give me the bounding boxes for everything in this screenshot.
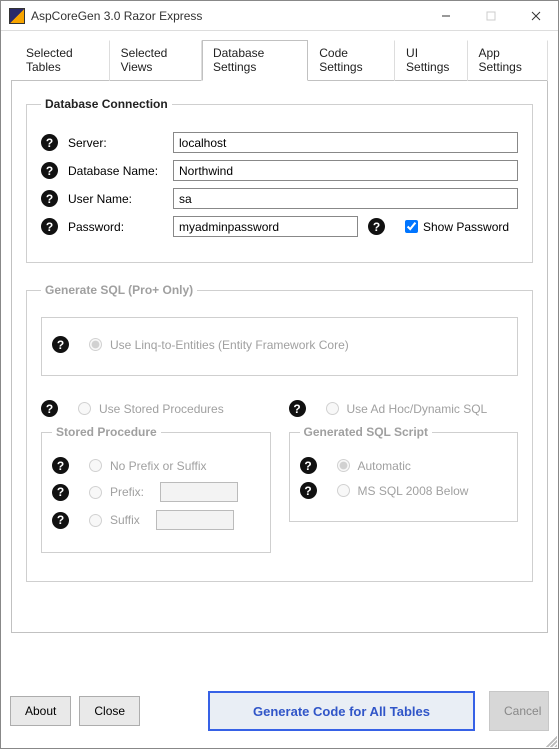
maximize-button: [468, 1, 513, 31]
server-label: Server:: [68, 136, 173, 150]
app-icon: [9, 8, 25, 24]
password-label: Password:: [68, 220, 173, 234]
help-icon[interactable]: ?: [41, 218, 58, 235]
generated-script-group: Generated SQL Script ? Automatic ?: [289, 425, 519, 522]
help-icon[interactable]: ?: [41, 190, 58, 207]
sp-suffix-text: [156, 510, 234, 530]
sp-legend: Stored Procedure: [52, 425, 161, 439]
server-input[interactable]: [173, 132, 518, 153]
cancel-button: Cancel: [489, 691, 549, 731]
sp-prefix-text: [160, 482, 238, 502]
close-button[interactable]: Close: [79, 696, 140, 726]
tab-panel: Database Connection ? Server: ? Database…: [11, 81, 548, 633]
gen-sql-legend: Generate SQL (Pro+ Only): [41, 283, 197, 297]
help-icon[interactable]: ?: [52, 512, 69, 529]
sp-noprefix-input: [89, 459, 102, 472]
linq-radio-input: [89, 338, 102, 351]
stored-proc-radio: Use Stored Procedures: [78, 402, 224, 416]
db-conn-legend: Database Connection: [41, 97, 172, 111]
help-icon[interactable]: ?: [368, 218, 385, 235]
automatic-radio: Automatic: [337, 459, 411, 473]
tab-ui-settings[interactable]: UI Settings: [395, 40, 467, 81]
close-window-button[interactable]: [513, 1, 558, 31]
show-password-checkbox[interactable]: Show Password: [405, 220, 509, 234]
sp-noprefix-radio: No Prefix or Suffix: [89, 459, 206, 473]
help-icon[interactable]: ?: [300, 482, 317, 499]
mssql2008-radio-input: [337, 484, 350, 497]
help-icon[interactable]: ?: [41, 400, 58, 417]
automatic-radio-input: [337, 459, 350, 472]
help-icon[interactable]: ?: [300, 457, 317, 474]
adhoc-radio-input: [326, 402, 339, 415]
dbname-input[interactable]: [173, 160, 518, 181]
dbname-label: Database Name:: [68, 164, 173, 178]
username-input[interactable]: [173, 188, 518, 209]
resize-grip-icon[interactable]: [543, 733, 557, 747]
tab-bar: Selected Tables Selected Views Database …: [11, 39, 548, 81]
help-icon[interactable]: ?: [52, 484, 69, 501]
help-icon[interactable]: ?: [52, 457, 69, 474]
adhoc-radio: Use Ad Hoc/Dynamic SQL: [326, 402, 488, 416]
script-legend: Generated SQL Script: [300, 425, 432, 439]
username-label: User Name:: [68, 192, 173, 206]
help-icon[interactable]: ?: [289, 400, 306, 417]
titlebar: AspCoreGen 3.0 Razor Express: [1, 1, 558, 31]
sp-prefix-radio: Prefix:: [89, 485, 144, 499]
tab-database-settings[interactable]: Database Settings: [202, 40, 308, 81]
help-icon[interactable]: ?: [41, 162, 58, 179]
help-icon[interactable]: ?: [52, 336, 69, 353]
tab-app-settings[interactable]: App Settings: [468, 40, 548, 81]
sp-suffix-input: [89, 514, 102, 527]
tab-code-settings[interactable]: Code Settings: [308, 40, 395, 81]
tab-selected-views[interactable]: Selected Views: [110, 40, 202, 81]
window-title: AspCoreGen 3.0 Razor Express: [31, 9, 423, 23]
help-icon[interactable]: ?: [41, 134, 58, 151]
database-connection-group: Database Connection ? Server: ? Database…: [26, 97, 533, 263]
footer: About Close Generate Code for All Tables…: [10, 691, 549, 731]
stored-procedure-group: Stored Procedure ? No Prefix or Suffix ?: [41, 425, 271, 553]
about-button[interactable]: About: [10, 696, 71, 726]
mssql2008-radio: MS SQL 2008 Below: [337, 484, 469, 498]
generate-button[interactable]: Generate Code for All Tables: [208, 691, 475, 731]
sp-suffix-radio: Suffix: [89, 513, 140, 527]
password-input[interactable]: [173, 216, 358, 237]
generate-sql-group: Generate SQL (Pro+ Only) ? Use Linq-to-E…: [26, 283, 533, 582]
tab-selected-tables[interactable]: Selected Tables: [15, 40, 110, 81]
linq-radio: Use Linq-to-Entities (Entity Framework C…: [89, 338, 349, 352]
linq-group: ? Use Linq-to-Entities (Entity Framework…: [41, 317, 518, 376]
sp-prefix-input: [89, 486, 102, 499]
stored-proc-radio-input: [78, 402, 91, 415]
show-password-input[interactable]: [405, 220, 418, 233]
minimize-button[interactable]: [423, 1, 468, 31]
